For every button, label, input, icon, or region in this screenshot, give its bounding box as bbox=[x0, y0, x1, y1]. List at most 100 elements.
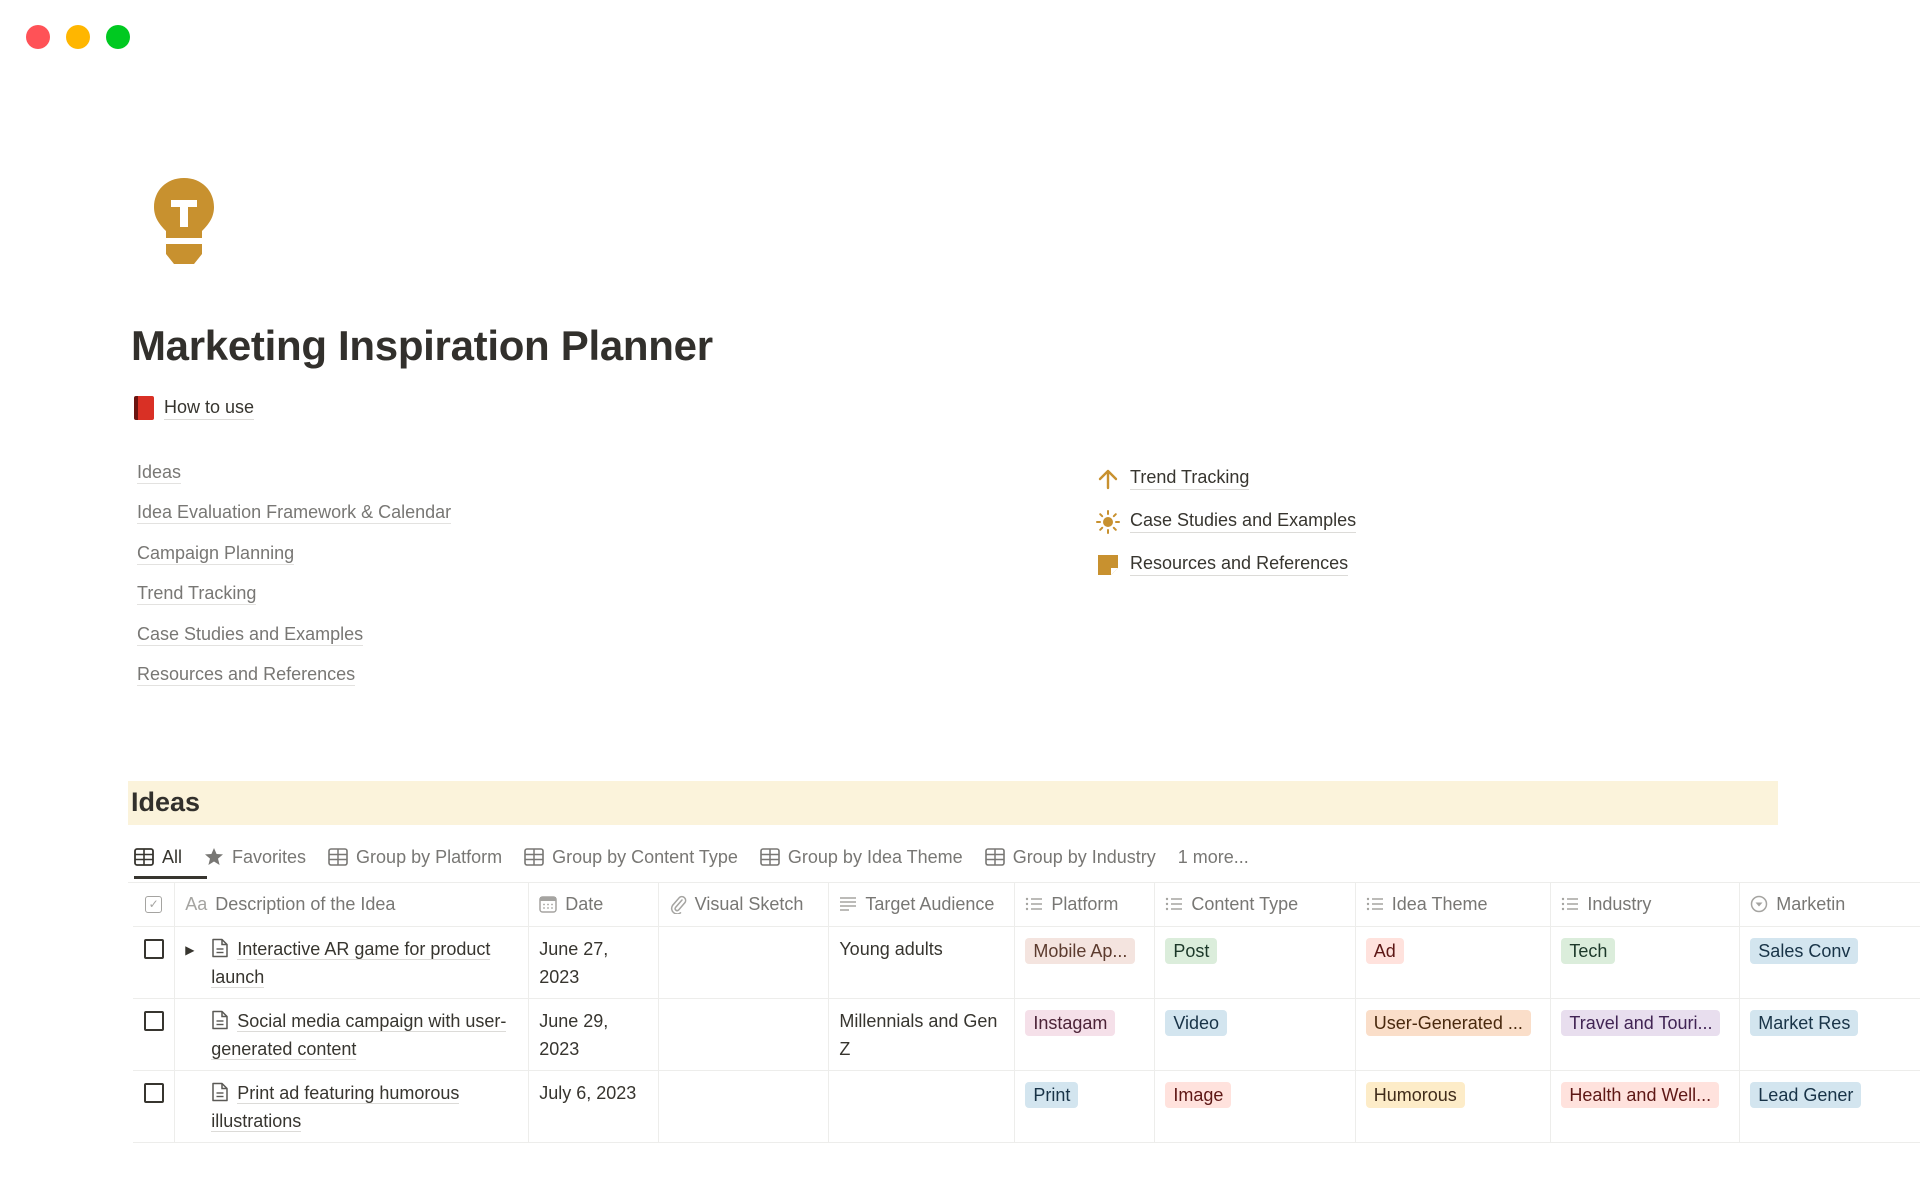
table-icon bbox=[524, 848, 544, 866]
row-checkbox[interactable] bbox=[143, 1011, 164, 1031]
idea-theme-cell[interactable]: Humorous bbox=[1356, 1071, 1552, 1142]
view-tabs: All Favorites Group by Platform Group by… bbox=[134, 843, 1271, 871]
tab-more-views[interactable]: 1 more... bbox=[1178, 847, 1249, 868]
arrow-up-icon bbox=[1096, 467, 1120, 491]
table-icon bbox=[760, 848, 780, 866]
toc-item-idea-evaluation[interactable]: Idea Evaluation Framework & Calendar bbox=[137, 502, 452, 542]
database-title[interactable]: Ideas bbox=[131, 787, 200, 818]
tab-group-by-idea-theme[interactable]: Group by Idea Theme bbox=[760, 847, 963, 868]
target-audience-cell[interactable]: Millennials and Gen Z bbox=[829, 999, 1016, 1070]
content-type-tag: Image bbox=[1165, 1082, 1232, 1108]
target-audience-cell[interactable]: Young adults bbox=[829, 927, 1016, 998]
window-controls bbox=[26, 25, 130, 49]
toggle-arrow-icon[interactable] bbox=[185, 1079, 211, 1135]
lightbulb-t-icon[interactable] bbox=[150, 176, 218, 268]
description-cell[interactable]: ▶ Interactive AR game for product launch bbox=[175, 927, 530, 998]
toc-item-case-studies[interactable]: Case Studies and Examples bbox=[137, 623, 451, 664]
toc-item-campaign-planning[interactable]: Campaign Planning bbox=[137, 542, 451, 583]
column-header-content-type[interactable]: Content Type bbox=[1155, 882, 1356, 926]
idea-theme-cell[interactable]: User-Generated ... bbox=[1356, 999, 1552, 1070]
row-checkbox[interactable] bbox=[143, 939, 164, 959]
tab-favorites[interactable]: Favorites bbox=[204, 847, 306, 868]
content-type-tag: Video bbox=[1165, 1010, 1228, 1036]
idea-theme-tag: Humorous bbox=[1365, 1082, 1465, 1108]
column-header-idea-theme[interactable]: Idea Theme bbox=[1356, 882, 1552, 926]
industry-tag: Health and Well... bbox=[1561, 1082, 1720, 1108]
content-type-cell[interactable]: Video bbox=[1155, 999, 1356, 1070]
toc-item-trend-tracking[interactable]: Trend Tracking bbox=[137, 583, 451, 623]
visual-sketch-cell[interactable] bbox=[659, 1071, 830, 1142]
platform-cell[interactable]: Mobile Ap... bbox=[1015, 927, 1156, 998]
visual-sketch-cell[interactable] bbox=[659, 999, 830, 1070]
link-case-studies[interactable]: Case Studies and Examples bbox=[1096, 500, 1357, 543]
visual-sketch-cell[interactable] bbox=[659, 927, 830, 998]
marketing-cell[interactable]: Sales Conv bbox=[1740, 927, 1920, 998]
table-icon bbox=[134, 848, 154, 866]
window-close-button[interactable] bbox=[26, 25, 50, 49]
paperclip-icon bbox=[670, 895, 686, 914]
date-cell[interactable]: June 27, 2023 bbox=[529, 927, 659, 998]
industry-cell[interactable]: Health and Well... bbox=[1551, 1071, 1741, 1142]
table-row[interactable]: Print ad featuring humorous illustration… bbox=[133, 1071, 1920, 1143]
platform-tag: Mobile Ap... bbox=[1025, 938, 1136, 964]
platform-cell[interactable]: Print bbox=[1015, 1071, 1156, 1142]
column-header-select[interactable]: ✓ bbox=[133, 882, 176, 926]
row-title-link[interactable]: Print ad featuring humorous illustration… bbox=[211, 1083, 460, 1132]
platform-cell[interactable]: Instagam bbox=[1015, 999, 1156, 1070]
description-cell[interactable]: Social media campaign with user-generate… bbox=[175, 999, 530, 1070]
toc-item-resources[interactable]: Resources and References bbox=[137, 663, 451, 704]
description-cell[interactable]: Print ad featuring humorous illustration… bbox=[175, 1071, 530, 1142]
idea-theme-tag: Ad bbox=[1365, 938, 1404, 964]
page-title: Marketing Inspiration Planner bbox=[131, 322, 713, 369]
column-header-description[interactable]: Aa Description of the Idea bbox=[175, 882, 530, 926]
window-maximize-button[interactable] bbox=[106, 25, 130, 49]
industry-cell[interactable]: Travel and Touri... bbox=[1551, 999, 1741, 1070]
column-header-platform[interactable]: Platform bbox=[1015, 882, 1156, 926]
column-header-industry[interactable]: Industry bbox=[1551, 882, 1741, 926]
table-row[interactable]: ▶ Interactive AR game for product launch… bbox=[133, 927, 1920, 999]
column-header-visual-sketch[interactable]: Visual Sketch bbox=[659, 882, 830, 926]
idea-theme-cell[interactable]: Ad bbox=[1356, 927, 1552, 998]
checkbox-icon: ✓ bbox=[145, 895, 163, 913]
column-header-date[interactable]: Date bbox=[529, 882, 659, 926]
content-type-tag: Post bbox=[1165, 938, 1218, 964]
window-minimize-button[interactable] bbox=[66, 25, 90, 49]
marketing-tag: Market Res bbox=[1750, 1010, 1859, 1036]
marketing-cell[interactable]: Lead Gener bbox=[1740, 1071, 1920, 1142]
row-title-link[interactable]: Interactive AR game for product launch bbox=[211, 939, 491, 988]
marketing-cell[interactable]: Market Res bbox=[1740, 999, 1920, 1070]
link-resources[interactable]: Resources and References bbox=[1096, 543, 1356, 586]
toc-item-ideas[interactable]: Ideas bbox=[137, 462, 451, 502]
date-cell[interactable]: June 29, 2023 bbox=[529, 999, 659, 1070]
how-to-use-link[interactable]: How to use bbox=[134, 396, 255, 420]
tab-group-by-platform[interactable]: Group by Platform bbox=[328, 847, 502, 868]
multi-select-icon bbox=[1366, 897, 1383, 911]
platform-tag: Print bbox=[1025, 1082, 1079, 1108]
date-cell[interactable]: July 6, 2023 bbox=[529, 1071, 659, 1142]
industry-cell[interactable]: Tech bbox=[1551, 927, 1741, 998]
table-row[interactable]: Social media campaign with user-generate… bbox=[133, 999, 1920, 1071]
tab-all[interactable]: All bbox=[134, 847, 182, 868]
row-title-link[interactable]: Social media campaign with user-generate… bbox=[211, 1011, 507, 1060]
marketing-tag: Sales Conv bbox=[1750, 938, 1859, 964]
tab-group-by-content-type[interactable]: Group by Content Type bbox=[524, 847, 738, 868]
marketing-tag: Lead Gener bbox=[1750, 1082, 1862, 1108]
column-header-marketing[interactable]: Marketin bbox=[1740, 882, 1920, 926]
content-type-cell[interactable]: Image bbox=[1155, 1071, 1356, 1142]
toggle-arrow-icon[interactable]: ▶ bbox=[185, 935, 211, 991]
page-doc-icon bbox=[212, 1082, 229, 1102]
idea-theme-tag: User-Generated ... bbox=[1365, 1010, 1531, 1036]
target-audience-cell[interactable] bbox=[829, 1071, 1016, 1142]
column-header-target-audience[interactable]: Target Audience bbox=[829, 882, 1016, 926]
page-doc-icon bbox=[212, 938, 229, 958]
row-checkbox[interactable] bbox=[143, 1083, 164, 1103]
active-tab-indicator bbox=[134, 876, 207, 879]
industry-tag: Travel and Touri... bbox=[1561, 1010, 1721, 1036]
ideas-table: ✓ Aa Description of the Idea Date Visual… bbox=[133, 882, 1920, 1143]
tab-group-by-industry[interactable]: Group by Industry bbox=[984, 847, 1156, 868]
multi-select-icon bbox=[1166, 897, 1183, 911]
toggle-arrow-icon[interactable] bbox=[185, 1007, 211, 1063]
link-trend-tracking[interactable]: Trend Tracking bbox=[1096, 457, 1356, 500]
content-type-cell[interactable]: Post bbox=[1155, 927, 1356, 998]
row-select-cell bbox=[133, 1071, 176, 1142]
